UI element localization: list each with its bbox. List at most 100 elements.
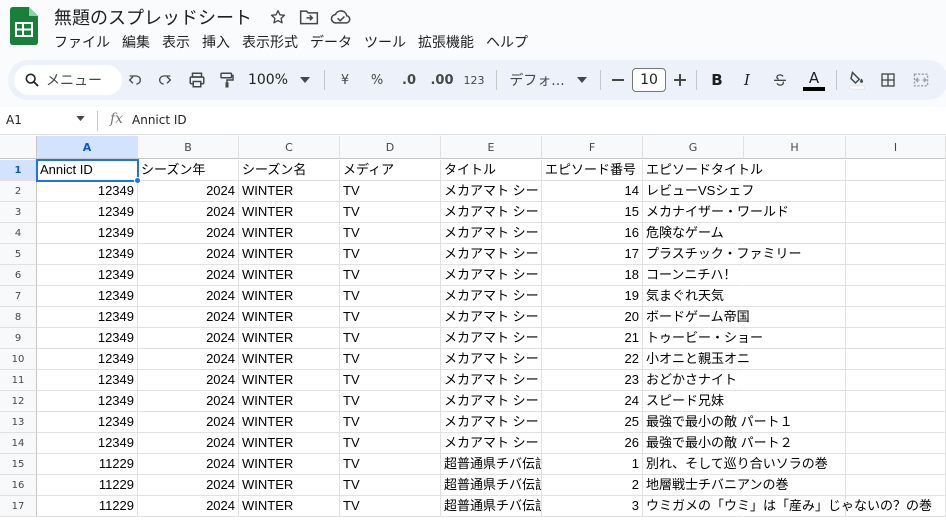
cell-g13[interactable]: 最強で最小の敵 パート１ xyxy=(643,412,793,433)
cell-i6[interactable] xyxy=(846,265,946,286)
fill-handle[interactable] xyxy=(134,177,141,184)
cell-i9[interactable] xyxy=(846,328,946,349)
cell-c16[interactable]: WINTER xyxy=(239,475,340,496)
cloud-saved-icon[interactable] xyxy=(330,6,352,28)
strikethrough-icon[interactable] xyxy=(768,60,792,100)
cell-i8[interactable] xyxy=(846,307,946,328)
cell-e4[interactable]: メカアマト シー xyxy=(441,223,542,244)
cell-d6[interactable]: TV xyxy=(340,265,441,286)
cell-c13[interactable]: WINTER xyxy=(239,412,340,433)
cell-a13[interactable]: 12349 xyxy=(37,412,138,433)
column-header-h[interactable]: H xyxy=(744,136,846,159)
cell-b11[interactable]: 2024 xyxy=(138,370,239,391)
cell-d14[interactable]: TV xyxy=(340,433,441,454)
column-header-c[interactable]: C xyxy=(239,136,340,159)
cell-a1[interactable]: Annict ID xyxy=(36,159,139,182)
cell-d9[interactable]: TV xyxy=(340,328,441,349)
cell-i1[interactable] xyxy=(846,160,946,181)
row-header[interactable]: 4 xyxy=(0,223,37,244)
number-format-button[interactable]: 123 xyxy=(460,60,488,100)
cell-b7[interactable]: 2024 xyxy=(138,286,239,307)
menu-insert[interactable]: 挿入 xyxy=(196,30,236,52)
cell-g5[interactable]: プラスチック・ファミリー xyxy=(643,244,801,265)
cell-h10[interactable] xyxy=(744,349,846,370)
cell-f10[interactable]: 22 xyxy=(542,349,643,370)
bold-button[interactable]: B xyxy=(706,60,728,100)
search-menus-button[interactable]: メニュー xyxy=(14,65,122,95)
increase-font-size-icon[interactable] xyxy=(670,60,690,100)
cell-f14[interactable]: 26 xyxy=(542,433,643,454)
cell-b8[interactable]: 2024 xyxy=(138,307,239,328)
decrease-font-size-icon[interactable] xyxy=(608,60,628,100)
column-header-d[interactable]: D xyxy=(340,136,441,159)
cell-a3[interactable]: 12349 xyxy=(37,202,138,223)
cell-h4[interactable] xyxy=(744,223,846,244)
cell-f8[interactable]: 20 xyxy=(542,307,643,328)
column-header-f[interactable]: F xyxy=(542,136,643,159)
decrease-decimal-button[interactable]: .0 xyxy=(396,60,422,100)
cell-f16[interactable]: 2 xyxy=(542,475,643,496)
cell-e12[interactable]: メカアマト シー xyxy=(441,391,542,412)
cell-a5[interactable]: 12349 xyxy=(37,244,138,265)
cell-h8[interactable] xyxy=(744,307,846,328)
cell-f6[interactable]: 18 xyxy=(542,265,643,286)
cell-g17[interactable]: ウミガメの「ウミ」は「産み」じゃないの？の巻 xyxy=(643,496,932,517)
cell-g16[interactable]: 地層戦士チバニアンの巻 xyxy=(643,475,788,496)
cell-a7[interactable]: 12349 xyxy=(37,286,138,307)
cell-f11[interactable]: 23 xyxy=(542,370,643,391)
row-header[interactable]: 3 xyxy=(0,202,37,223)
formula-input[interactable]: Annict ID xyxy=(132,113,187,127)
cell-c4[interactable]: WINTER xyxy=(239,223,340,244)
cell-b9[interactable]: 2024 xyxy=(138,328,239,349)
menu-format[interactable]: 表示形式 xyxy=(236,30,304,52)
cell-e2[interactable]: メカアマト シー xyxy=(441,181,542,202)
cell-b3[interactable]: 2024 xyxy=(138,202,239,223)
cell-d15[interactable]: TV xyxy=(340,454,441,475)
document-title[interactable]: 無題のスプレッドシート xyxy=(54,4,252,30)
cell-e10[interactable]: メカアマト シー xyxy=(441,349,542,370)
cell-c3[interactable]: WINTER xyxy=(239,202,340,223)
cell-c17[interactable]: WINTER xyxy=(239,496,340,517)
cell-e13[interactable]: メカアマト シー xyxy=(441,412,542,433)
column-header-e[interactable]: E xyxy=(441,136,542,159)
cell-b16[interactable]: 2024 xyxy=(138,475,239,496)
cell-b15[interactable]: 2024 xyxy=(138,454,239,475)
column-header-g[interactable]: G xyxy=(643,136,744,159)
cell-a17[interactable]: 11229 xyxy=(37,496,138,517)
name-box[interactable]: A1 xyxy=(6,113,22,127)
redo-icon[interactable] xyxy=(152,60,178,100)
cell-c10[interactable]: WINTER xyxy=(239,349,340,370)
menu-file[interactable]: ファイル xyxy=(48,30,116,52)
cell-g10[interactable]: 小オニと親玉オニ xyxy=(643,349,750,370)
row-header[interactable]: 17 xyxy=(0,496,37,517)
cell-g11[interactable]: おどかさナイト xyxy=(643,370,744,391)
cell-e14[interactable]: メカアマト シー xyxy=(441,433,542,454)
cell-a15[interactable]: 11229 xyxy=(37,454,138,475)
column-header-i[interactable]: I xyxy=(846,136,946,159)
menu-view[interactable]: 表示 xyxy=(156,30,196,52)
cell-g3[interactable]: メカナイザー・ワールド xyxy=(643,202,789,223)
row-header[interactable]: 9 xyxy=(0,328,37,349)
cell-i5[interactable] xyxy=(846,244,946,265)
percent-button[interactable]: % xyxy=(366,60,388,100)
cell-f17[interactable]: 3 xyxy=(542,496,643,517)
cell-c15[interactable]: WINTER xyxy=(239,454,340,475)
cell-f15[interactable]: 1 xyxy=(542,454,643,475)
column-header-b[interactable]: B xyxy=(138,136,239,159)
cell-c14[interactable]: WINTER xyxy=(239,433,340,454)
chevron-down-icon[interactable] xyxy=(76,116,85,121)
cell-a12[interactable]: 12349 xyxy=(37,391,138,412)
cell-d13[interactable]: TV xyxy=(340,412,441,433)
cell-c5[interactable]: WINTER xyxy=(239,244,340,265)
menu-tools[interactable]: ツール xyxy=(358,30,412,52)
cell-g1[interactable]: エピソードタイトル xyxy=(643,160,763,181)
cell-b12[interactable]: 2024 xyxy=(138,391,239,412)
cell-e1[interactable]: タイトル xyxy=(441,160,542,181)
cell-c8[interactable]: WINTER xyxy=(239,307,340,328)
zoom-select[interactable]: 100% xyxy=(246,60,312,100)
cell-i12[interactable] xyxy=(846,391,946,412)
move-folder-icon[interactable] xyxy=(298,6,320,28)
cell-b14[interactable]: 2024 xyxy=(138,433,239,454)
cell-d4[interactable]: TV xyxy=(340,223,441,244)
cell-i14[interactable] xyxy=(846,433,946,454)
